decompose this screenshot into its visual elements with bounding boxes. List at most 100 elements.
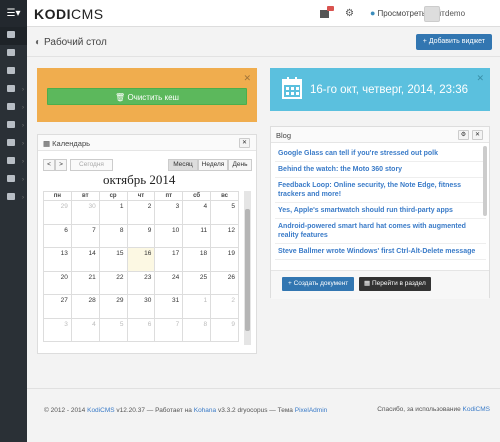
sidebar-item-layout[interactable]: › bbox=[0, 99, 27, 117]
calendar-day[interactable]: 14 bbox=[70, 247, 100, 272]
kodicms-link[interactable]: KodiCMS bbox=[87, 407, 114, 414]
calendar-day[interactable]: 28 bbox=[70, 294, 100, 319]
blog-item-link[interactable]: Google Glass can tell if you're stressed… bbox=[275, 146, 486, 162]
calendar-day[interactable]: 30 bbox=[126, 294, 156, 319]
blog-item-link[interactable]: Steve Ballmer wrote Windows' first Ctrl-… bbox=[275, 244, 486, 260]
calendar-day[interactable]: 20 bbox=[43, 270, 72, 295]
calendar-day[interactable]: 8 bbox=[182, 317, 212, 342]
close-button[interactable]: ✕ bbox=[239, 138, 250, 148]
calendar-day[interactable]: 27 bbox=[43, 294, 72, 319]
calendar-day[interactable]: 4 bbox=[70, 317, 100, 342]
blog-item-link[interactable]: Android-powered smart hard hat comes wit… bbox=[275, 219, 486, 244]
goto-section-label: Перейти в раздел bbox=[371, 280, 426, 287]
page-title: ◐ Рабочий стол bbox=[35, 37, 107, 48]
week-view-button[interactable]: Неделя bbox=[198, 159, 228, 171]
powered-by-text: — Работает на bbox=[146, 407, 192, 414]
create-document-button[interactable]: + Создать документ bbox=[282, 277, 355, 291]
sidebar-item-calendar[interactable] bbox=[0, 63, 27, 81]
sidebar-item-users[interactable]: › bbox=[0, 135, 27, 153]
close-icon[interactable]: ✕ bbox=[243, 73, 251, 84]
calendar-day[interactable]: 3 bbox=[154, 200, 184, 225]
month-view-button[interactable]: Месяц bbox=[168, 159, 198, 171]
avatar bbox=[424, 5, 440, 22]
add-widget-button[interactable]: + Добавить виджет bbox=[415, 34, 492, 50]
calendar-day[interactable]: 18 bbox=[182, 247, 212, 272]
menu-toggle-button[interactable]: ☰▾ bbox=[0, 0, 27, 27]
calendar-day[interactable]: 3 bbox=[43, 317, 72, 342]
theme-text: — Тема bbox=[269, 407, 293, 414]
today-button[interactable]: Сегодня bbox=[70, 159, 113, 171]
calendar-day[interactable]: 29 bbox=[43, 200, 72, 225]
calendar-scrollbar[interactable] bbox=[244, 191, 251, 345]
prev-month-button[interactable]: < bbox=[43, 159, 55, 171]
brand-logo[interactable]: KODICMS bbox=[34, 6, 104, 22]
blog-scrollbar[interactable] bbox=[483, 146, 487, 216]
sidebar-item-list[interactable]: › bbox=[0, 117, 27, 135]
kodicms-thanks-link[interactable]: KodiCMS bbox=[463, 406, 490, 413]
calendar-day[interactable]: 29 bbox=[98, 294, 128, 319]
thanks-text: Спасибо, за использование bbox=[377, 406, 461, 413]
calendar-day[interactable]: 7 bbox=[70, 223, 100, 248]
goto-section-button[interactable]: ▦ Перейти в раздел bbox=[359, 277, 431, 291]
calendar-day[interactable]: 26 bbox=[210, 270, 239, 295]
calendar-day[interactable]: 13 bbox=[43, 247, 72, 272]
calendar-day[interactable]: 11 bbox=[182, 223, 212, 248]
calendar-day[interactable]: 5 bbox=[210, 200, 239, 225]
kohana-link[interactable]: Kohana bbox=[194, 407, 216, 414]
blog-list: Google Glass can tell if you're stressed… bbox=[275, 146, 486, 260]
calendar-day[interactable]: 2 bbox=[126, 200, 156, 225]
notification-icon bbox=[320, 10, 329, 18]
close-icon[interactable]: ✕ bbox=[476, 73, 484, 84]
calendar-day[interactable]: 6 bbox=[126, 317, 156, 342]
calendar-day[interactable]: 25 bbox=[182, 270, 212, 295]
calendar-day[interactable]: 7 bbox=[154, 317, 184, 342]
calendar-day[interactable]: 19 bbox=[210, 247, 239, 272]
calendar-day[interactable]: 1 bbox=[98, 200, 128, 225]
sidebar-item-sitemap[interactable]: › bbox=[0, 189, 27, 207]
day-view-button[interactable]: День bbox=[228, 159, 252, 171]
pixeladmin-link[interactable]: PixelAdmin bbox=[295, 407, 328, 414]
sidebar-item-settings[interactable]: › bbox=[0, 171, 27, 189]
next-month-button[interactable]: > bbox=[55, 159, 67, 171]
calendar-day[interactable]: 6 bbox=[43, 223, 72, 248]
calendar-icon bbox=[282, 77, 302, 99]
list-icon: ▦ bbox=[364, 280, 372, 287]
notifications-button[interactable] bbox=[320, 0, 336, 27]
chevron-right-icon: › bbox=[22, 159, 24, 165]
calendar-day[interactable]: 5 bbox=[98, 317, 128, 342]
calendar-day[interactable]: 12 bbox=[210, 223, 239, 248]
blog-item-link[interactable]: Yes, Apple's smartwatch should run third… bbox=[275, 203, 486, 219]
sidebar-item-pages[interactable] bbox=[0, 45, 27, 63]
calendar-day[interactable]: 10 bbox=[154, 223, 184, 248]
calendar-day[interactable]: 8 bbox=[98, 223, 128, 248]
user-menu[interactable]: demo bbox=[424, 0, 465, 27]
calendar-day-today[interactable]: 16 bbox=[126, 247, 156, 272]
page-header: ◐ Рабочий стол + Добавить виджет bbox=[27, 27, 500, 57]
calendar-day[interactable]: 4 bbox=[182, 200, 212, 225]
calendar-day[interactable]: 30 bbox=[70, 200, 100, 225]
sidebar-item-folder[interactable]: › bbox=[0, 81, 27, 99]
sidebar-item-monitor[interactable]: › bbox=[0, 153, 27, 171]
calendar-panel-header: ▦ Календарь ✕ bbox=[38, 135, 256, 151]
blog-item-link[interactable]: Feedback Loop: Online security, the Note… bbox=[275, 178, 486, 203]
calendar-day[interactable]: 1 bbox=[182, 294, 212, 319]
calendar-day[interactable]: 24 bbox=[154, 270, 184, 295]
scrollbar-thumb[interactable] bbox=[245, 209, 250, 331]
settings-button[interactable]: ⚙ bbox=[458, 130, 469, 140]
user-name: demo bbox=[445, 9, 466, 18]
settings-button[interactable]: ⚙ bbox=[345, 0, 354, 27]
calendar-day[interactable]: 21 bbox=[70, 270, 100, 295]
close-button[interactable]: ✕ bbox=[472, 130, 483, 140]
calendar-day[interactable]: 31 bbox=[154, 294, 184, 319]
calendar-day[interactable]: 22 bbox=[98, 270, 128, 295]
calendar-day[interactable]: 2 bbox=[210, 294, 239, 319]
blog-item-link[interactable]: Behind the watch: the Moto 360 story bbox=[275, 162, 486, 178]
calendar-panel: ▦ Календарь ✕ < > Сегодня Месяц Неделя Д… bbox=[37, 134, 257, 354]
calendar-day[interactable]: 9 bbox=[210, 317, 239, 342]
clear-cache-button[interactable]: 🗑 Очистить кеш bbox=[47, 88, 247, 105]
calendar-day[interactable]: 9 bbox=[126, 223, 156, 248]
calendar-day[interactable]: 15 bbox=[98, 247, 128, 272]
calendar-day[interactable]: 23 bbox=[126, 270, 156, 295]
sidebar-item-dashboard[interactable] bbox=[0, 27, 27, 45]
calendar-day[interactable]: 17 bbox=[154, 247, 184, 272]
